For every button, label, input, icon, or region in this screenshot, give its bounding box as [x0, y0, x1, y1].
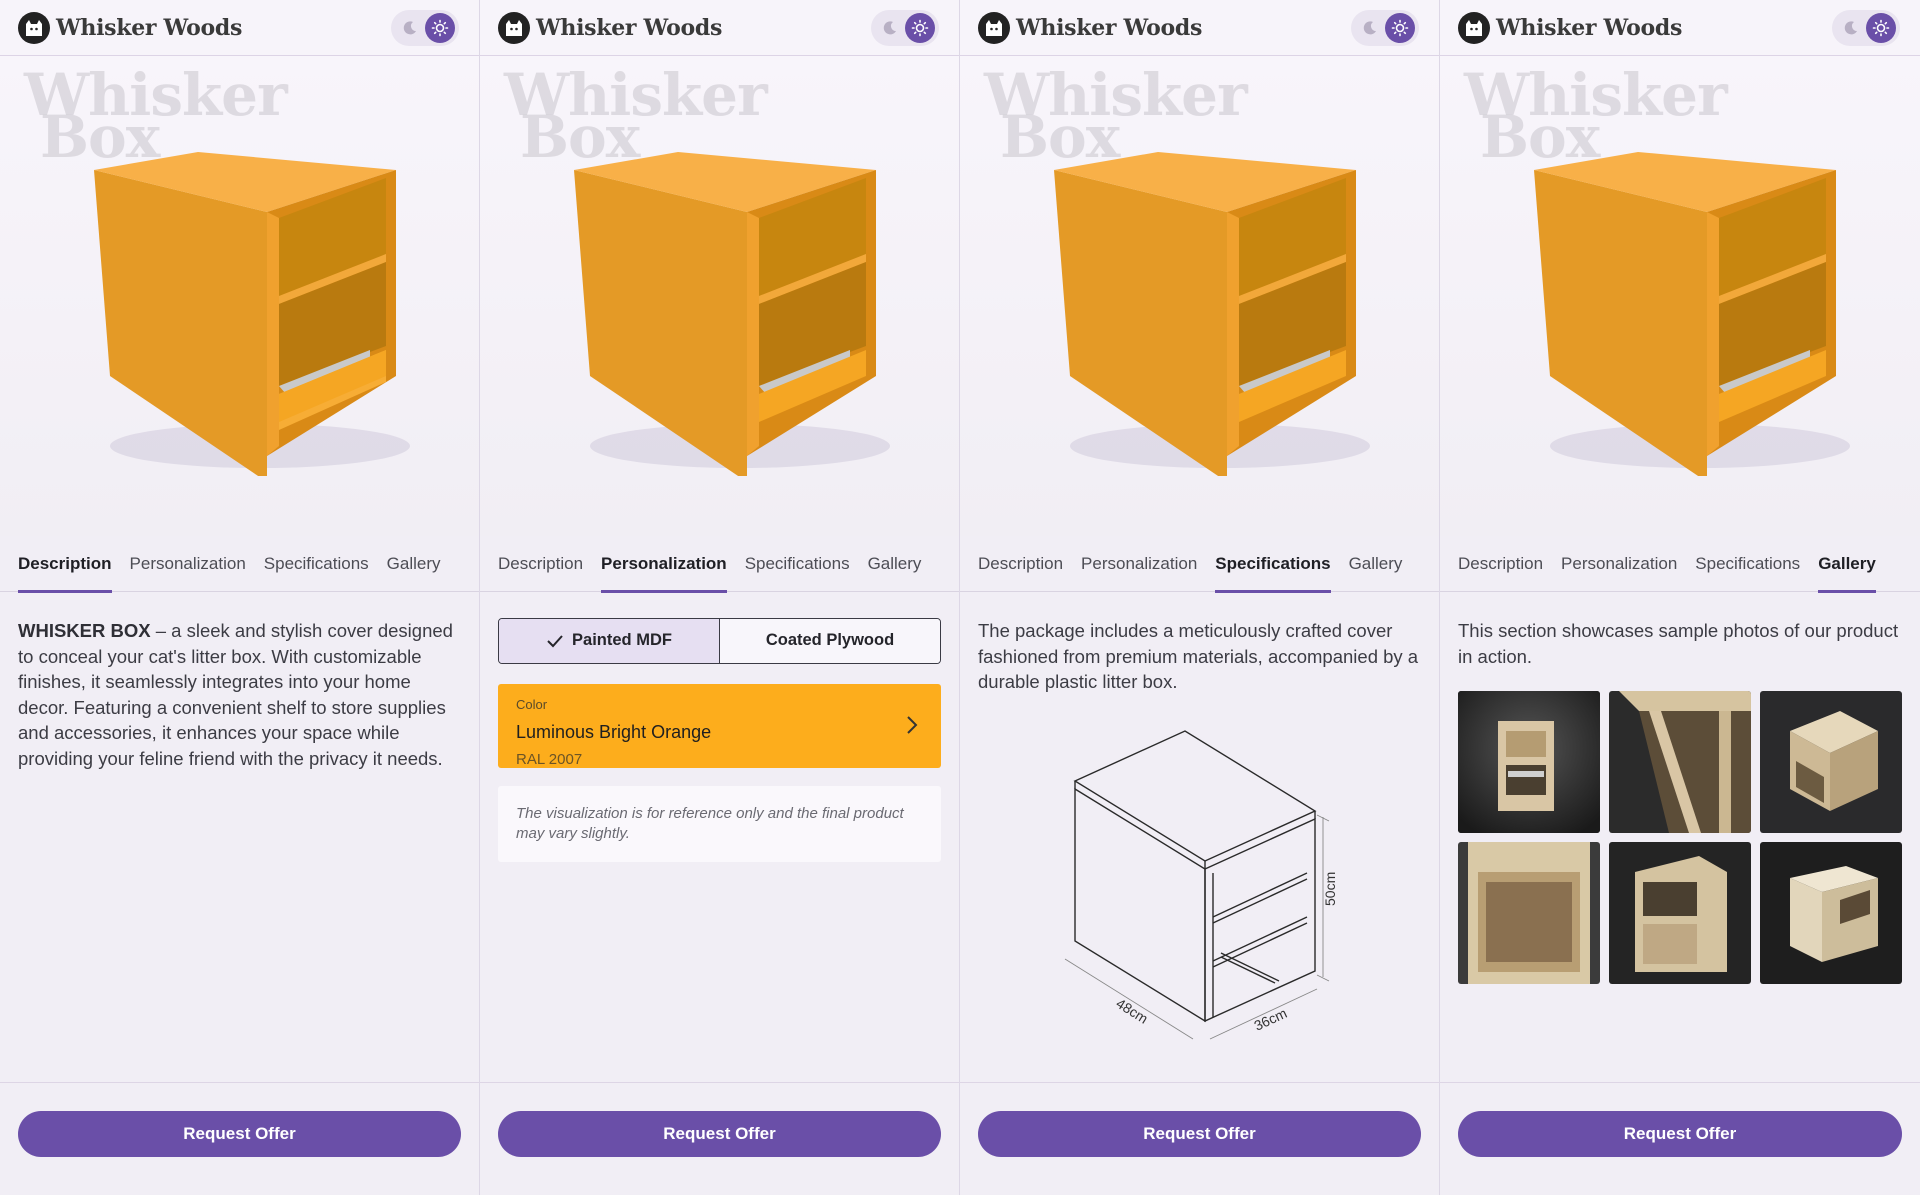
color-code: RAL 2007 [516, 751, 583, 768]
tab-bar: Description Personalization Specificatio… [960, 536, 1439, 593]
description-content: WHISKER BOX – a sleek and stylish cover … [0, 592, 479, 771]
brand[interactable]: Whisker Woods [498, 11, 723, 44]
brand[interactable]: Whisker Woods [978, 11, 1203, 44]
tab-personalization[interactable]: Personalization [1081, 536, 1197, 592]
product-render [94, 152, 410, 476]
product-hero: Whisker Box [0, 56, 479, 536]
tab-bar: Description Personalization Specificatio… [480, 536, 959, 593]
theme-toggle[interactable] [1351, 9, 1419, 46]
gallery-photo[interactable] [1760, 691, 1902, 833]
panel-personalization: Whisker Woods Whisker Box Description Pe… [480, 0, 960, 1195]
product-render [574, 152, 890, 476]
tab-gallery[interactable]: Gallery [1818, 536, 1876, 593]
moon-icon[interactable] [1359, 17, 1381, 39]
request-offer-button[interactable]: Request Offer [18, 1111, 461, 1157]
app-header: Whisker Woods [0, 0, 479, 56]
footer: Request Offer [0, 1082, 479, 1195]
cat-logo-icon [978, 11, 1010, 44]
tab-specifications[interactable]: Specifications [1215, 536, 1331, 593]
sun-icon[interactable] [905, 12, 935, 43]
visualization-notice: The visualization is for reference only … [498, 786, 941, 862]
tab-personalization[interactable]: Personalization [130, 536, 246, 592]
sun-icon[interactable] [1866, 12, 1896, 43]
tab-bar: Description Personalization Specificatio… [0, 536, 479, 593]
gallery-text: This section showcases sample photos of … [1458, 620, 1899, 667]
gallery-content: This section showcases sample photos of … [1440, 592, 1920, 984]
dimension-diagram: 50cm 48cm 36cm [1064, 729, 1338, 1039]
material-option-coated-plywood[interactable]: Coated Plywood [720, 619, 940, 663]
tab-specifications[interactable]: Specifications [745, 536, 850, 592]
gallery-grid [1458, 691, 1902, 984]
gallery-photo[interactable] [1609, 691, 1751, 833]
request-offer-button[interactable]: Request Offer [498, 1111, 941, 1157]
panel-gallery: Whisker Woods Whisker Box Description Pe… [1440, 0, 1920, 1195]
brand[interactable]: Whisker Woods [18, 11, 243, 44]
panel-specifications: Whisker Woods Whisker Box Description Pe… [960, 0, 1440, 1195]
brand-name: Whisker Woods [536, 14, 723, 41]
theme-toggle[interactable] [871, 9, 939, 46]
color-picker-card[interactable]: Color Luminous Bright Orange RAL 2007 [498, 684, 941, 768]
product-hero: Whisker Box [1440, 56, 1920, 536]
moon-icon[interactable] [1840, 17, 1862, 39]
product-render [1054, 152, 1370, 476]
tab-personalization[interactable]: Personalization [601, 536, 727, 593]
product-name: WHISKER BOX [18, 620, 151, 641]
color-name: Luminous Bright Orange [516, 721, 712, 742]
tab-gallery[interactable]: Gallery [387, 536, 441, 592]
panel-description: Whisker Woods Whisker Box Description Pe… [0, 0, 480, 1195]
dimension-height-label: 50cm [1322, 871, 1338, 905]
gallery-photo[interactable] [1458, 691, 1600, 833]
tab-bar: Description Personalization Specificatio… [1440, 536, 1920, 593]
dimension-width-label: 48cm [1113, 994, 1151, 1026]
sun-icon[interactable] [425, 12, 455, 43]
cat-logo-icon [498, 11, 530, 44]
gallery-photo[interactable] [1760, 842, 1902, 984]
cat-logo-icon [18, 11, 50, 44]
dimension-depth-label: 36cm [1251, 1004, 1289, 1033]
product-hero: Whisker Box [960, 56, 1439, 536]
tab-personalization[interactable]: Personalization [1561, 536, 1677, 592]
personalization-content: Painted MDF Coated Plywood Color Luminou… [480, 592, 959, 862]
cat-logo-icon [1458, 11, 1490, 44]
specifications-content: The package includes a meticulously craf… [960, 592, 1439, 1061]
tab-description[interactable]: Description [498, 536, 583, 592]
brand-name: Whisker Woods [1496, 14, 1683, 41]
brand[interactable]: Whisker Woods [1458, 11, 1683, 44]
footer: Request Offer [1440, 1082, 1920, 1195]
product-hero: Whisker Box [480, 56, 959, 536]
tab-specifications[interactable]: Specifications [264, 536, 369, 592]
tab-description[interactable]: Description [1458, 536, 1543, 592]
theme-toggle[interactable] [1832, 9, 1900, 46]
tab-description[interactable]: Description [978, 536, 1063, 592]
check-icon [547, 635, 563, 648]
theme-toggle[interactable] [391, 9, 459, 46]
material-selector: Painted MDF Coated Plywood [498, 618, 941, 664]
footer: Request Offer [960, 1082, 1439, 1195]
color-caption: Color [516, 697, 548, 712]
moon-icon[interactable] [399, 17, 421, 39]
tab-specifications[interactable]: Specifications [1695, 536, 1800, 592]
tab-description[interactable]: Description [18, 536, 112, 593]
gallery-photo[interactable] [1609, 842, 1751, 984]
request-offer-button[interactable]: Request Offer [978, 1111, 1421, 1157]
tab-gallery[interactable]: Gallery [868, 536, 922, 592]
footer: Request Offer [480, 1082, 959, 1195]
moon-icon[interactable] [879, 17, 901, 39]
chevron-right-icon [907, 716, 918, 734]
material-option-painted-mdf[interactable]: Painted MDF [499, 619, 720, 663]
sun-icon[interactable] [1385, 12, 1415, 43]
brand-name: Whisker Woods [56, 14, 243, 41]
app-header: Whisker Woods [480, 0, 959, 56]
gallery-photo[interactable] [1458, 842, 1600, 984]
request-offer-button[interactable]: Request Offer [1458, 1111, 1902, 1157]
app-header: Whisker Woods [1440, 0, 1920, 56]
specifications-text: The package includes a meticulously craf… [978, 620, 1419, 692]
tab-gallery[interactable]: Gallery [1349, 536, 1403, 592]
description-text: WHISKER BOX – a sleek and stylish cover … [18, 620, 453, 769]
app-header: Whisker Woods [960, 0, 1439, 56]
brand-name: Whisker Woods [1016, 14, 1203, 41]
product-render [1534, 152, 1850, 476]
